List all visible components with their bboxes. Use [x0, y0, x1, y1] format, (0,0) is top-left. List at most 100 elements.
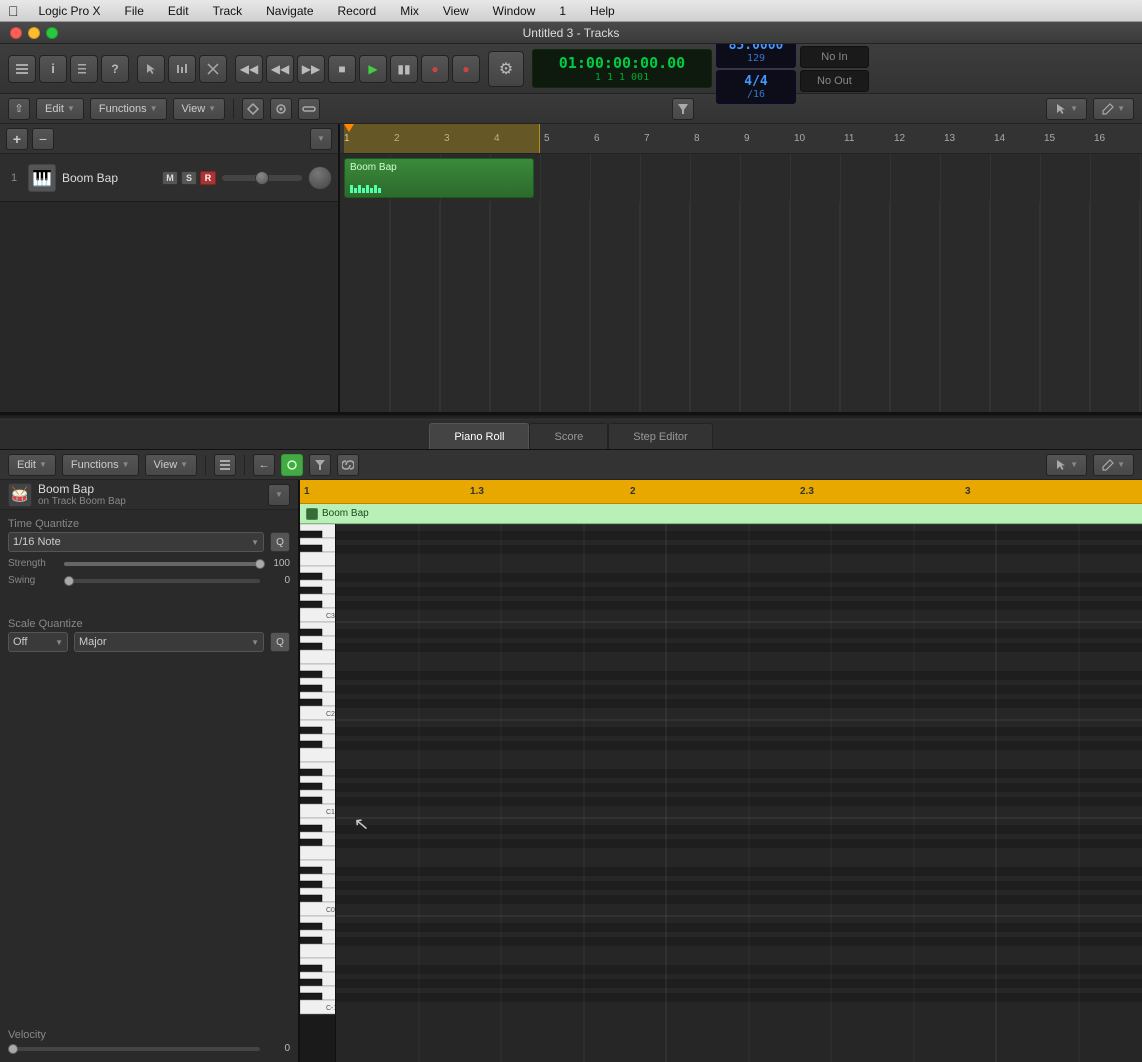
- info-button[interactable]: i: [39, 55, 67, 83]
- pause-button[interactable]: ▮▮: [390, 55, 418, 83]
- pr-view-button[interactable]: View ▼: [145, 454, 198, 476]
- record-arm-button-1[interactable]: R: [200, 171, 216, 185]
- minimize-button[interactable]: [28, 27, 40, 39]
- edit-button[interactable]: Edit ▼: [36, 98, 84, 120]
- midi-filter-button[interactable]: [672, 98, 694, 120]
- key-e0-white[interactable]: [300, 846, 336, 860]
- metronome-gear-button[interactable]: ⚙: [488, 51, 524, 87]
- snap-button[interactable]: [242, 98, 264, 120]
- menu-logic-pro-x[interactable]: Logic Pro X: [35, 2, 105, 20]
- track-pan-knob-1[interactable]: [308, 166, 332, 190]
- scale-off-select[interactable]: Off ▼: [8, 632, 68, 652]
- menu-1[interactable]: 1: [555, 2, 570, 20]
- strength-value: 100: [266, 558, 290, 569]
- fader-thumb-1: [255, 171, 269, 185]
- strength-row: Strength 100: [8, 558, 290, 569]
- pr-pointer-tool-button[interactable]: ▼: [1046, 454, 1087, 476]
- swing-slider[interactable]: [64, 579, 260, 583]
- quantize-q-button[interactable]: Q: [270, 532, 290, 552]
- pr-pencil-tool-button[interactable]: ▼: [1093, 454, 1134, 476]
- add-track-button[interactable]: +: [6, 128, 28, 150]
- key-e1-white[interactable]: [300, 748, 336, 762]
- note-grid[interactable]: ↖: [336, 524, 1142, 1062]
- tab-piano-roll[interactable]: Piano Roll: [429, 423, 529, 449]
- cm1-label: C-1: [326, 1005, 336, 1012]
- back-button[interactable]: ⇧: [8, 98, 30, 120]
- track-options-button[interactable]: ▼: [310, 128, 332, 150]
- scale-q-button[interactable]: Q: [270, 632, 290, 652]
- close-button[interactable]: [10, 27, 22, 39]
- pr-list-button[interactable]: [214, 454, 236, 476]
- functions-button[interactable]: Functions ▼: [90, 98, 167, 120]
- view-button[interactable]: View ▼: [173, 98, 226, 120]
- fast-forward-button[interactable]: ▶▶: [297, 55, 325, 83]
- time-sig-sub-display: /16: [725, 89, 787, 100]
- quantize-select[interactable]: 1/16 Note ▼: [8, 532, 264, 552]
- list-button[interactable]: [70, 55, 98, 83]
- remove-track-button[interactable]: −: [32, 128, 54, 150]
- title-bar: Untitled 3 - Tracks: [0, 22, 1142, 44]
- pointer-mode-button[interactable]: ▼: [1046, 98, 1087, 120]
- menu-help[interactable]: Help: [586, 2, 619, 20]
- pr-ruler-mark-2-3: 2.3: [800, 486, 814, 497]
- track-instrument-icon-1[interactable]: 🎹: [28, 164, 56, 192]
- track-name-1[interactable]: Boom Bap: [62, 171, 156, 185]
- go-to-start-button[interactable]: ◀◀: [235, 55, 263, 83]
- menu-view[interactable]: View: [439, 2, 473, 20]
- lower-main: 🥁 Boom Bap on Track Boom Bap ▼ Time Quan…: [0, 480, 1142, 1062]
- pr-toolbar-sep-2: [244, 455, 245, 475]
- key-em1-white[interactable]: [300, 944, 336, 958]
- rewind-button[interactable]: ◀◀: [266, 55, 294, 83]
- mixer-button[interactable]: [168, 55, 196, 83]
- maximize-button[interactable]: [46, 27, 58, 39]
- menu-window[interactable]: Window: [489, 2, 540, 20]
- play-button[interactable]: ▶: [359, 55, 387, 83]
- catch-button[interactable]: [270, 98, 292, 120]
- pencil-mode-button[interactable]: ▼: [1093, 98, 1134, 120]
- swing-section: Swing 0: [8, 575, 290, 586]
- track-volume-fader-1[interactable]: [222, 175, 302, 181]
- library-button[interactable]: [8, 55, 36, 83]
- mute-button-1[interactable]: M: [162, 171, 178, 185]
- stop-button[interactable]: ■: [328, 55, 356, 83]
- scale-type-select[interactable]: Major ▼: [74, 632, 264, 652]
- record-button[interactable]: ●: [421, 55, 449, 83]
- pr-filter-button[interactable]: [309, 454, 331, 476]
- velocity-slider[interactable]: [8, 1047, 260, 1051]
- pr-midi-in-button[interactable]: [281, 454, 303, 476]
- key-e2-white[interactable]: [300, 650, 336, 664]
- toolbar-separator-1: [233, 99, 234, 119]
- pr-link-button[interactable]: [337, 454, 359, 476]
- strength-slider[interactable]: [64, 562, 260, 566]
- solo-button-1[interactable]: S: [181, 171, 197, 185]
- scissor-tool[interactable]: [199, 55, 227, 83]
- ruler-mark-8: 8: [694, 133, 700, 144]
- no-in-display: No In: [800, 46, 869, 68]
- link-button[interactable]: [298, 98, 320, 120]
- apple-menu[interactable]: : [8, 3, 19, 19]
- pr-sidebar-dropdown-button[interactable]: ▼: [268, 484, 290, 506]
- menu-record[interactable]: Record: [334, 2, 381, 20]
- pr-track-instrument-icon[interactable]: 🥁: [8, 483, 32, 507]
- key-e3-white[interactable]: [300, 552, 336, 566]
- tab-step-editor[interactable]: Step Editor: [608, 423, 712, 449]
- pr-sidebar-track-name: Boom Bap: [38, 482, 262, 496]
- tab-score[interactable]: Score: [529, 423, 608, 449]
- pr-edit-button[interactable]: Edit ▼: [8, 454, 56, 476]
- arrange-region-1[interactable]: Boom Bap: [344, 158, 534, 198]
- timeline-ruler: 1 2 3 4 5 6 7 8 9 10 11 12 13 14 15 16 1…: [340, 124, 1142, 154]
- menu-edit[interactable]: Edit: [164, 2, 193, 20]
- pr-ruler-mark-1: 1: [304, 486, 310, 497]
- menu-file[interactable]: File: [121, 2, 148, 20]
- midi-bar: [358, 185, 361, 193]
- pr-back-button[interactable]: ←: [253, 454, 275, 476]
- capture-button[interactable]: ●: [452, 55, 480, 83]
- menu-track[interactable]: Track: [209, 2, 247, 20]
- piano-roll-view: 1 1.3 2 2.3 3 Boom Bap: [300, 480, 1142, 1062]
- pr-functions-button[interactable]: Functions ▼: [62, 454, 139, 476]
- menu-navigate[interactable]: Navigate: [262, 2, 317, 20]
- pointer-tool[interactable]: [137, 55, 165, 83]
- menu-mix[interactable]: Mix: [396, 2, 423, 20]
- pointer-chevron-icon: ▼: [1070, 104, 1078, 113]
- help-button[interactable]: ?: [101, 55, 129, 83]
